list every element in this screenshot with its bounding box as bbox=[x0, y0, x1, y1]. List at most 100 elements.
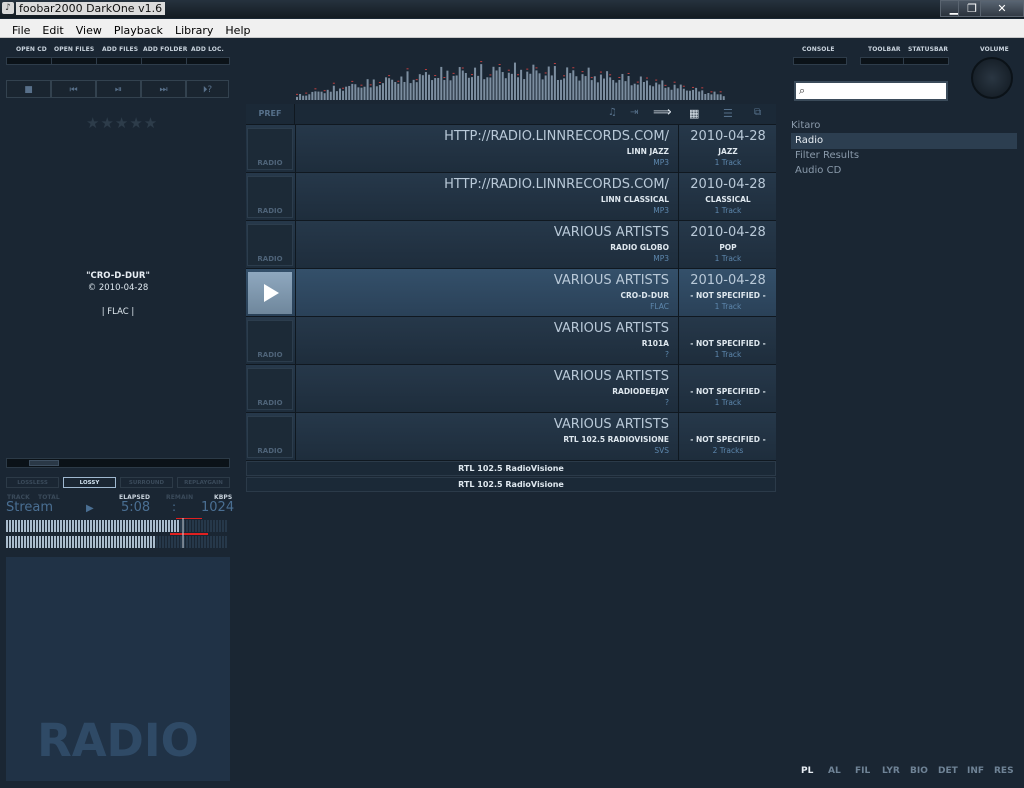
spectrum-bar bbox=[421, 75, 424, 100]
tab-inf[interactable]: INF bbox=[967, 766, 984, 776]
footer-row[interactable]: RTL 102.5 RadioVisione bbox=[246, 461, 776, 476]
meter-segment bbox=[153, 520, 155, 532]
play-icon[interactable] bbox=[248, 272, 292, 314]
spectrum-bar bbox=[394, 81, 397, 100]
spectrum-bar bbox=[351, 83, 354, 100]
meter-segment bbox=[135, 520, 137, 532]
menu-playback[interactable]: Playback bbox=[108, 22, 169, 40]
tab-res[interactable]: RES bbox=[994, 766, 1014, 776]
toolbar-button[interactable] bbox=[860, 57, 904, 65]
arrow-right-icon[interactable]: ⟹ bbox=[653, 105, 672, 120]
tree-item-radio[interactable]: Radio bbox=[795, 133, 823, 148]
spectrum-bar bbox=[618, 79, 621, 100]
spectrum-bar bbox=[544, 75, 547, 100]
playlist-row[interactable]: RADIO VARIOUS ARTISTS R101A? - NOT SPECIFIE… bbox=[246, 317, 776, 365]
console-button[interactable] bbox=[793, 57, 847, 65]
statusbar-button[interactable] bbox=[903, 57, 949, 65]
playlist-row[interactable]: RADIO VARIOUS ARTISTS RADIODEEJAY? - NOT SP… bbox=[246, 365, 776, 413]
meter-segment bbox=[60, 520, 62, 532]
row-tracks: 2 Tracks bbox=[712, 446, 744, 455]
playlist-row[interactable]: RADIO VARIOUS ARTISTS RADIO GLOBO MP3 2010-0… bbox=[246, 221, 776, 269]
add-location-button[interactable] bbox=[186, 57, 230, 65]
row-tracks: 1 Track bbox=[714, 158, 742, 167]
music-note-icon[interactable]: ♫ bbox=[608, 107, 617, 118]
spectrum-bar bbox=[489, 77, 492, 100]
spectrum-bar bbox=[326, 89, 329, 100]
playlist-row[interactable]: VARIOUS ARTISTS CRO-D-DUR FLAC 2010-04-28 - … bbox=[246, 269, 776, 317]
tab-al[interactable]: AL bbox=[828, 766, 841, 776]
spectrum-peak bbox=[314, 88, 317, 90]
footer-row[interactable]: RTL 102.5 RadioVisione bbox=[246, 477, 776, 492]
meter-segment bbox=[189, 536, 191, 548]
menu-view[interactable]: View bbox=[70, 22, 108, 40]
play-pause-button[interactable]: ⏯ bbox=[96, 80, 141, 98]
random-button[interactable]: ⏵? bbox=[186, 80, 229, 98]
meter-segment bbox=[150, 520, 152, 532]
window-icon[interactable]: ⧉ bbox=[754, 107, 761, 118]
spectrum-bar bbox=[636, 84, 639, 100]
meter-segment bbox=[180, 520, 182, 532]
next-button[interactable]: ⏭ bbox=[141, 80, 186, 98]
tree-item-kitaro[interactable]: Kitaro bbox=[791, 118, 820, 133]
menu-library[interactable]: Library bbox=[169, 22, 219, 40]
import-icon[interactable]: ⇥ bbox=[630, 107, 638, 118]
meter-segment bbox=[78, 520, 80, 532]
open-cd-button[interactable] bbox=[6, 57, 52, 65]
meter-segment bbox=[135, 536, 137, 548]
spectrum-bar bbox=[581, 74, 584, 100]
rating-stars[interactable]: ★★★★★ bbox=[86, 114, 158, 132]
tab-det[interactable]: DET bbox=[938, 766, 958, 776]
row-genre: - NOT SPECIFIED - bbox=[690, 339, 766, 348]
spectrum-bar bbox=[673, 84, 676, 100]
meter-segment bbox=[48, 520, 50, 532]
open-files-button[interactable] bbox=[51, 57, 97, 65]
row-album: LINN CLASSICAL bbox=[600, 195, 669, 204]
seek-bar[interactable] bbox=[6, 458, 230, 468]
spectrum-peak bbox=[544, 72, 547, 74]
meter-segment bbox=[105, 536, 107, 548]
menu-help[interactable]: Help bbox=[219, 22, 256, 40]
add-folder-button[interactable] bbox=[141, 57, 187, 65]
playlist-row[interactable]: RADIO HTTP://RADIO.LINNRECORDS.COM/LINN C… bbox=[246, 173, 776, 221]
tab-pl[interactable]: PL bbox=[801, 766, 813, 776]
tree-item-audio-cd[interactable]: Audio CD bbox=[795, 163, 841, 178]
seek-handle[interactable] bbox=[29, 460, 59, 466]
spectrum-bar bbox=[486, 77, 489, 100]
spectrum-peak bbox=[517, 74, 520, 76]
meter-segment bbox=[63, 536, 65, 548]
meter-segment bbox=[18, 520, 20, 532]
playlist-row[interactable]: RADIO VARIOUS ARTISTS RTL 102.5 RADIOVISIO… bbox=[246, 413, 776, 461]
spectrum-bar bbox=[667, 87, 670, 100]
meter-segment bbox=[201, 520, 203, 532]
row-artist: HTTP://RADIO.LINNRECORDS.COM/ bbox=[444, 129, 669, 144]
close-button[interactable]: ✕ bbox=[980, 0, 1024, 17]
spectrum-bar bbox=[587, 67, 590, 100]
playlist-row[interactable]: RADIO HTTP://RADIO.LINNRECORDS.COM/LINN J… bbox=[246, 125, 776, 173]
add-files-button[interactable] bbox=[96, 57, 142, 65]
stream-text: Stream bbox=[6, 500, 54, 515]
spectrum-bar bbox=[415, 82, 418, 100]
search-input[interactable]: ⌕ bbox=[794, 81, 948, 101]
previous-button[interactable]: ⏮ bbox=[51, 80, 96, 98]
meter-segment bbox=[117, 536, 119, 548]
meter-segment bbox=[90, 520, 92, 532]
tab-fil[interactable]: FIL bbox=[855, 766, 870, 776]
list-view-icon[interactable]: ☰ bbox=[723, 107, 733, 120]
stop-button[interactable]: ■ bbox=[6, 80, 51, 98]
album-art-text: RADIO bbox=[37, 714, 199, 767]
spectrum-bar bbox=[615, 82, 618, 100]
volume-knob[interactable] bbox=[971, 57, 1013, 99]
tab-lyr[interactable]: LYR bbox=[882, 766, 900, 776]
pref-button[interactable]: PREF bbox=[246, 104, 295, 124]
tab-bio[interactable]: BIO bbox=[910, 766, 928, 776]
album-art: RADIO bbox=[6, 557, 230, 781]
meter-segment bbox=[99, 520, 101, 532]
grid-view-icon[interactable]: ▦ bbox=[689, 107, 699, 120]
album-thumbnail: RADIO bbox=[247, 176, 293, 218]
spectrum-bar bbox=[612, 80, 615, 100]
spectrum-bar bbox=[682, 88, 685, 100]
menu-edit[interactable]: Edit bbox=[36, 22, 69, 40]
menu-file[interactable]: File bbox=[0, 22, 36, 40]
spectrum-bar bbox=[397, 83, 400, 100]
tree-item-filter-results[interactable]: Filter Results bbox=[795, 148, 859, 163]
